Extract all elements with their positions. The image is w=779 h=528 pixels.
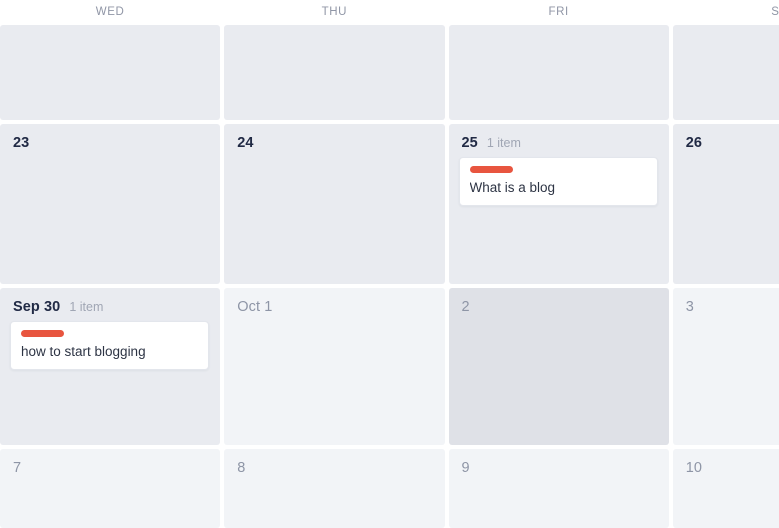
day-cell-sep-30[interactable]: Sep 30 1 item how to start blogging <box>0 288 221 445</box>
day-header: 10 <box>673 449 779 476</box>
calendar-week-row <box>0 25 779 124</box>
calendar-week-row: 23 24 25 1 item What is a blog 26 <box>0 124 779 288</box>
weekday-header-thu: THU <box>321 6 348 18</box>
day-cell-oct-2[interactable]: 2 <box>448 288 669 445</box>
day-cell[interactable] <box>672 25 779 120</box>
day-header: 9 <box>449 449 669 476</box>
day-number: 9 <box>461 460 470 476</box>
day-cell[interactable] <box>224 25 445 120</box>
day-header: 24 <box>224 124 444 151</box>
day-cell[interactable] <box>0 25 221 120</box>
day-number: 3 <box>685 299 694 315</box>
day-number: 25 <box>461 135 478 151</box>
day-header <box>449 25 669 36</box>
day-header <box>0 25 220 36</box>
day-cell-oct-7[interactable]: 7 <box>0 449 221 528</box>
day-number: 23 <box>13 135 30 151</box>
event-title: how to start blogging <box>21 344 146 359</box>
day-header: 8 <box>224 449 444 476</box>
day-cell-26[interactable]: 26 <box>672 124 779 284</box>
day-cell[interactable] <box>448 25 669 120</box>
day-number: 7 <box>13 460 22 476</box>
day-cell-24[interactable]: 24 <box>224 124 445 284</box>
day-header: 3 <box>673 288 779 315</box>
day-cell-oct-9[interactable]: 9 <box>448 449 669 528</box>
day-cell-25[interactable]: 25 1 item What is a blog <box>448 124 669 284</box>
calendar-week-row: 7 8 9 10 <box>0 449 779 528</box>
day-cell-oct-8[interactable]: 8 <box>224 449 445 528</box>
weekday-header-sat: SAT <box>771 6 779 18</box>
day-number: 2 <box>461 299 470 315</box>
event-color-pill <box>469 166 513 173</box>
day-number: Oct 1 <box>237 299 273 315</box>
day-header: Sep 30 1 item <box>0 288 220 315</box>
calendar-grid: 23 24 25 1 item What is a blog 26 Sep 30… <box>0 25 779 528</box>
day-event-list: What is a blog <box>449 151 669 206</box>
day-item-count: 1 item <box>69 300 104 314</box>
day-header: 2 <box>449 288 669 315</box>
day-item-count: 1 item <box>486 136 521 150</box>
day-number: 24 <box>237 135 254 151</box>
day-header: Oct 1 <box>224 288 444 315</box>
day-header <box>673 25 779 36</box>
day-cell-23[interactable]: 23 <box>0 124 221 284</box>
calendar-week-row: Sep 30 1 item how to start blogging Oct … <box>0 288 779 449</box>
day-event-list: how to start blogging <box>0 315 220 370</box>
day-number: 26 <box>685 135 703 151</box>
day-header <box>224 25 444 36</box>
weekday-header-fri: FRI <box>548 6 569 18</box>
day-number: 10 <box>685 460 703 476</box>
day-cell-oct-3[interactable]: 3 <box>672 288 779 445</box>
day-header: 23 <box>0 124 220 151</box>
day-cell-oct-10[interactable]: 10 <box>672 449 779 528</box>
weekday-header-row: WED THU FRI SAT <box>0 0 779 25</box>
event-title: What is a blog <box>469 180 556 195</box>
weekday-header-wed: WED <box>95 6 125 18</box>
calendar-month-view: WED THU FRI SAT <box>0 0 779 528</box>
event-color-pill <box>21 330 64 337</box>
day-header: 26 <box>673 124 779 151</box>
day-header: 25 1 item <box>449 124 669 151</box>
day-number: 8 <box>237 460 246 476</box>
event-card[interactable]: What is a blog <box>458 157 658 206</box>
day-cell-oct-1[interactable]: Oct 1 <box>224 288 445 445</box>
day-header: 7 <box>0 449 220 476</box>
day-number: Sep 30 <box>13 299 61 315</box>
event-card[interactable]: how to start blogging <box>10 321 210 370</box>
